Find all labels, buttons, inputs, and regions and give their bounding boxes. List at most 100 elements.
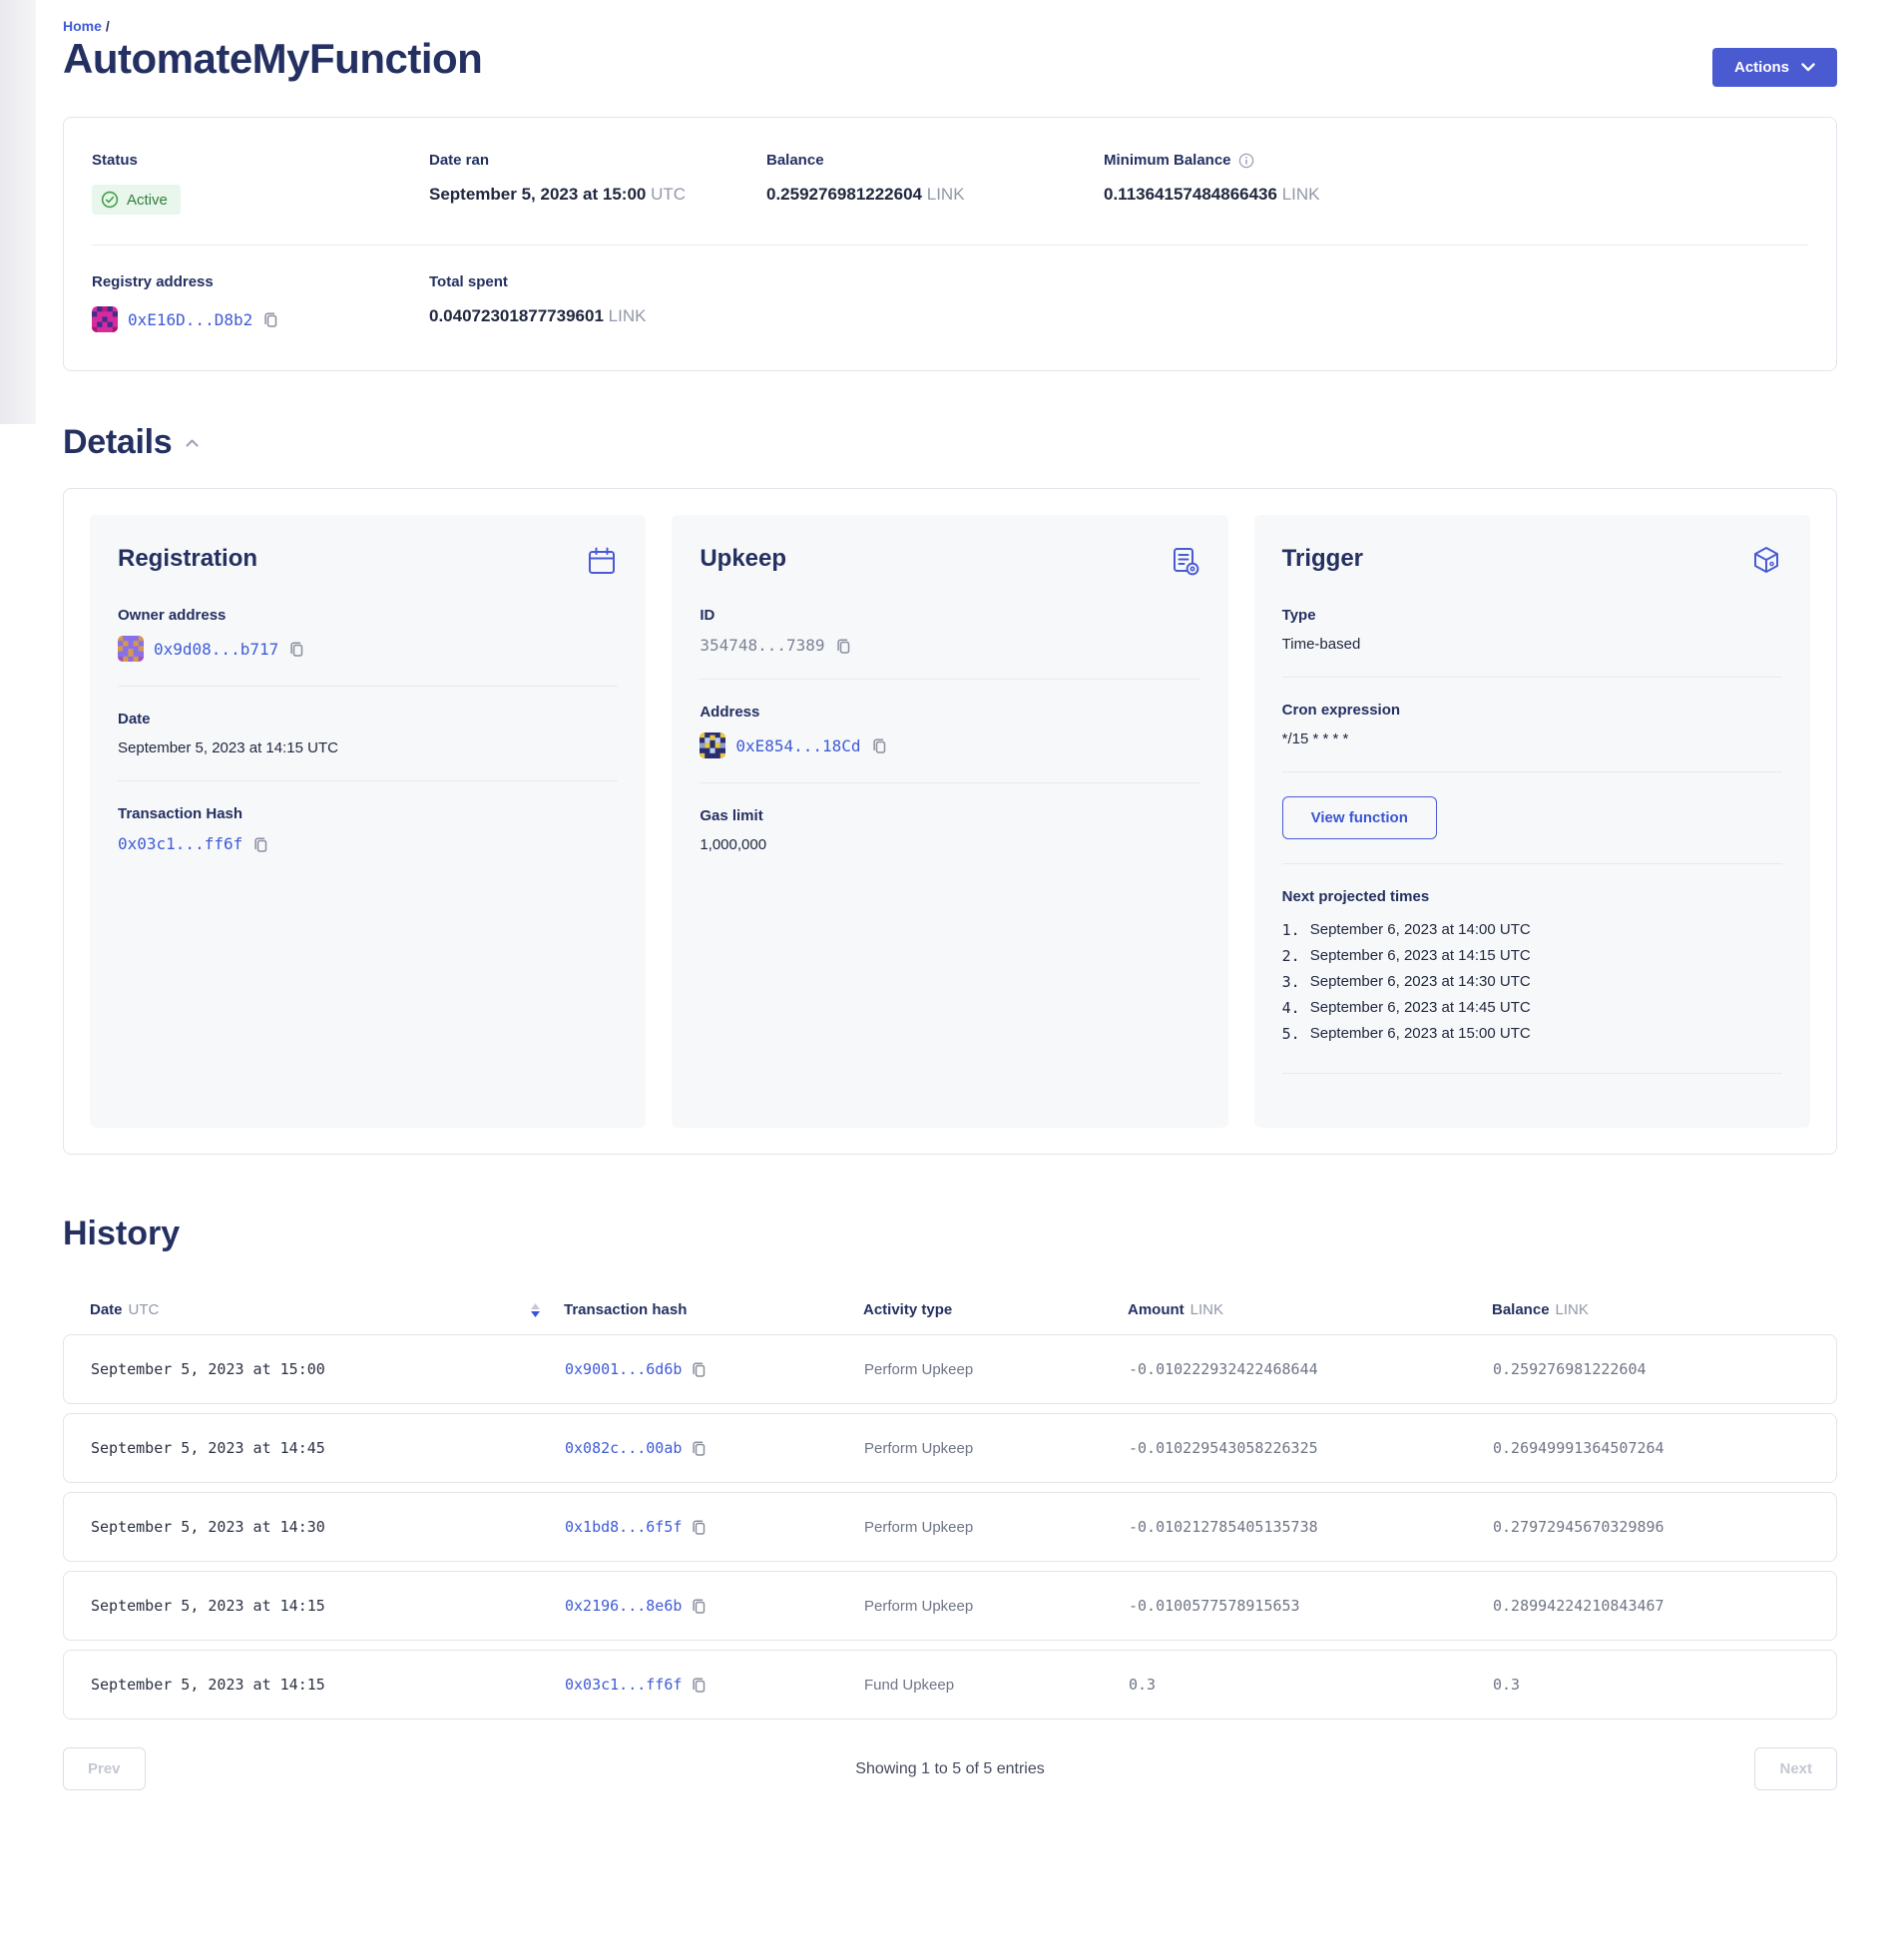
copy-icon [691, 1439, 708, 1457]
registry-address-link[interactable]: 0xE16D...D8b2 [128, 310, 252, 329]
copy-upkeep-id-button[interactable] [835, 637, 852, 655]
upkeep-address-link[interactable]: 0xE854...18Cd [735, 736, 860, 755]
total-spent-label: Total spent [429, 273, 766, 290]
balance-suffix: LINK [927, 185, 965, 204]
view-function-button[interactable]: View function [1282, 796, 1437, 839]
projected-time-text: September 6, 2023 at 14:30 UTC [1310, 969, 1531, 995]
copy-tx-hash-button[interactable] [691, 1439, 708, 1457]
summary-row-2: Registry address [92, 273, 1808, 332]
copy-icon [288, 640, 305, 658]
actions-button[interactable]: Actions [1712, 48, 1837, 87]
total-spent-suffix: LINK [609, 306, 647, 325]
registration-date-field: Date September 5, 2023 at 14:15 UTC [118, 686, 618, 780]
projected-time-text: September 6, 2023 at 14:45 UTC [1310, 995, 1531, 1021]
summary-card: Status Active Date ran September 5, 2023… [63, 117, 1837, 371]
row-hash: 0x2196...8e6b [565, 1597, 864, 1615]
next-projected-times-list: 1.September 6, 2023 at 14:00 UTC 2.Septe… [1282, 917, 1782, 1047]
owner-address-link[interactable]: 0x9d08...b717 [154, 640, 278, 659]
trigger-type-value: Time-based [1282, 636, 1782, 653]
projected-time-item: 2.September 6, 2023 at 14:15 UTC [1282, 943, 1782, 969]
row-hash: 0x03c1...ff6f [565, 1676, 864, 1694]
row-balance: 0.28994224210843467 [1493, 1597, 1836, 1615]
row-amount: -0.0100577578915653 [1129, 1597, 1493, 1615]
projected-time-item: 4.September 6, 2023 at 14:45 UTC [1282, 995, 1782, 1021]
upkeep-id-value: 354748...7389 [700, 636, 824, 655]
balance-value: 0.259276981222604 LINK [766, 185, 1104, 205]
copy-icon [691, 1676, 708, 1694]
copy-icon [835, 637, 852, 655]
projected-time-text: September 6, 2023 at 14:15 UTC [1310, 943, 1531, 969]
calendar-icon [586, 545, 618, 577]
sort-icon[interactable] [531, 1303, 540, 1317]
upkeep-title: Upkeep [700, 545, 786, 573]
copy-tx-hash-button[interactable] [691, 1360, 708, 1378]
cube-icon [1750, 545, 1782, 577]
row-amount: -0.010229543058226325 [1129, 1439, 1493, 1457]
status-field: Status Active [92, 152, 429, 215]
breadcrumb-home-link[interactable]: Home [63, 18, 102, 34]
copy-registration-tx-button[interactable] [252, 835, 269, 853]
projected-time-number: 1. [1282, 917, 1300, 943]
date-ran-field: Date ran September 5, 2023 at 15:00 UTC [429, 152, 766, 215]
prev-page-button[interactable]: Prev [63, 1747, 146, 1790]
copy-tx-hash-button[interactable] [691, 1597, 708, 1615]
row-date: September 5, 2023 at 14:15 [91, 1676, 565, 1694]
row-balance: 0.26949991364507264 [1493, 1439, 1836, 1457]
copy-upkeep-address-button[interactable] [871, 736, 888, 754]
registration-tx-link[interactable]: 0x03c1...ff6f [118, 834, 242, 853]
history-table-body: September 5, 2023 at 15:00 0x9001...6d6b… [63, 1334, 1837, 1719]
row-date: September 5, 2023 at 14:30 [91, 1518, 565, 1536]
actions-button-label: Actions [1734, 59, 1789, 76]
tx-hash-link[interactable]: 0x9001...6d6b [565, 1360, 682, 1378]
table-row: September 5, 2023 at 15:00 0x9001...6d6b… [63, 1334, 1837, 1404]
next-projected-times-field: Next projected times 1.September 6, 2023… [1282, 863, 1782, 1098]
projected-time-item: 5.September 6, 2023 at 15:00 UTC [1282, 1021, 1782, 1047]
copy-icon [262, 310, 279, 328]
tx-hash-link[interactable]: 0x082c...00ab [565, 1439, 682, 1457]
registration-title: Registration [118, 545, 257, 573]
collapse-chevron-up-icon[interactable] [186, 439, 199, 447]
min-balance-value: 0.11364157484866436 LINK [1104, 185, 1441, 205]
projected-time-number: 3. [1282, 969, 1300, 995]
copy-owner-address-button[interactable] [288, 640, 305, 658]
row-balance: 0.3 [1493, 1676, 1836, 1694]
column-balance: BalanceLINK [1492, 1301, 1837, 1318]
total-spent-value: 0.04072301877739601 LINK [429, 306, 766, 326]
upkeep-address-identicon [700, 733, 725, 758]
column-date[interactable]: Date UTC [90, 1301, 564, 1318]
trigger-type-field: Type Time-based [1282, 607, 1782, 677]
tx-hash-link[interactable]: 0x1bd8...6f5f [565, 1518, 682, 1536]
column-transaction-hash: Transaction hash [564, 1301, 863, 1318]
view-function-field: View function [1282, 771, 1782, 863]
copy-tx-hash-button[interactable] [691, 1518, 708, 1536]
table-row: September 5, 2023 at 14:15 0x2196...8e6b… [63, 1571, 1837, 1641]
info-icon[interactable] [1238, 153, 1254, 169]
registration-date-value: September 5, 2023 at 14:15 UTC [118, 739, 618, 756]
upkeep-id-label: ID [700, 607, 1199, 624]
copy-icon [691, 1518, 708, 1536]
copy-icon [691, 1360, 708, 1378]
owner-address-field: Owner address 0x9d08...b717 [118, 607, 618, 686]
page-title: AutomateMyFunction [63, 36, 482, 82]
tx-hash-link[interactable]: 0x03c1...ff6f [565, 1676, 682, 1694]
total-spent-field: Total spent 0.04072301877739601 LINK [429, 273, 766, 332]
next-page-button[interactable]: Next [1754, 1747, 1837, 1790]
row-date: September 5, 2023 at 15:00 [91, 1360, 565, 1378]
column-amount: AmountLINK [1128, 1301, 1492, 1318]
copy-tx-hash-button[interactable] [691, 1676, 708, 1694]
gas-limit-label: Gas limit [700, 807, 1199, 824]
owner-address-label: Owner address [118, 607, 618, 624]
column-balance-suffix: LINK [1556, 1301, 1589, 1318]
trigger-card: Trigger Type Time-based Cron expression … [1254, 515, 1810, 1128]
min-balance-label: Minimum Balance [1104, 152, 1441, 169]
date-ran-value: September 5, 2023 at 15:00 UTC [429, 185, 766, 205]
history-section-head: History [63, 1215, 1837, 1253]
sort-asc-triangle [531, 1303, 540, 1309]
tx-hash-link[interactable]: 0x2196...8e6b [565, 1597, 682, 1615]
owner-identicon [118, 636, 144, 662]
copy-registry-address-button[interactable] [262, 310, 279, 328]
cron-expression-field: Cron expression */15 * * * * [1282, 677, 1782, 771]
table-row: September 5, 2023 at 14:45 0x082c...00ab… [63, 1413, 1837, 1483]
upkeep-address-label: Address [700, 704, 1199, 721]
gas-limit-value: 1,000,000 [700, 836, 1199, 853]
